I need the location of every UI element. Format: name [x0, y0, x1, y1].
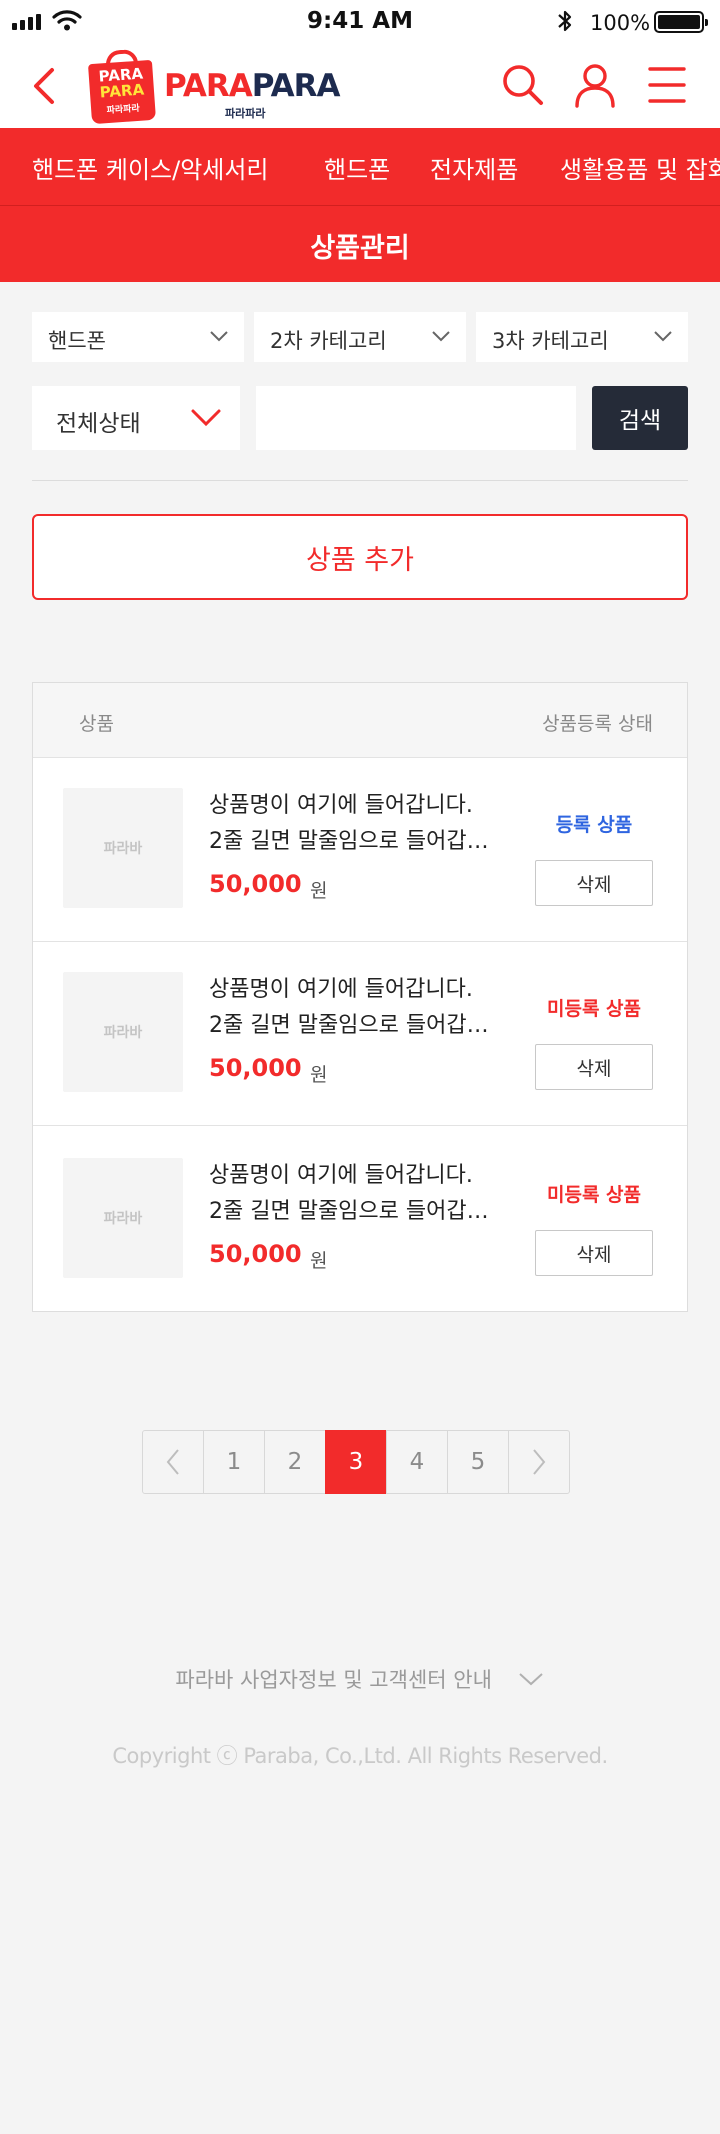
chevron-down-icon [191, 409, 221, 427]
back-button[interactable] [24, 62, 64, 110]
search-button[interactable]: 검색 [592, 386, 688, 450]
page-button-5[interactable]: 5 [447, 1430, 509, 1494]
status-badge: 미등록 상품 [546, 1184, 641, 1206]
product-thumbnail[interactable]: 파라바 [63, 1158, 183, 1278]
pagination: 1 2 3 4 5 [142, 1430, 570, 1494]
placeholder-logo: 파라바 [103, 841, 143, 857]
chevron-down-icon [432, 331, 450, 342]
page-button-4[interactable]: 4 [386, 1430, 448, 1494]
status-filter-select[interactable]: 전체상태 [32, 386, 240, 450]
product-price: 50,000 [209, 870, 302, 898]
category-tab-electronics[interactable]: 전자제품 [430, 150, 518, 185]
category3-select[interactable]: 3차 카테고리 [476, 312, 688, 362]
page-button-3-current[interactable]: 3 [325, 1430, 387, 1494]
table-row[interactable]: 파라바 상품명이 여기에 들어갑니다. 2줄 길면 말줄임으로 들어갑니다. 5… [33, 941, 687, 1125]
product-name[interactable]: 상품명이 여기에 들어갑니다. 2줄 길면 말줄임으로 들어갑니다. [209, 1158, 499, 1230]
product-name[interactable]: 상품명이 여기에 들어갑니다. 2줄 길면 말줄임으로 들어갑니다. [209, 788, 499, 860]
status-bar: 9:41 AM 100% [0, 0, 720, 44]
delete-button[interactable]: 삭제 [535, 1230, 653, 1276]
chevron-left-icon [166, 1449, 179, 1475]
search-icon[interactable] [498, 60, 548, 110]
product-name[interactable]: 상품명이 여기에 들어갑니다. 2줄 길면 말줄임으로 들어갑니다. [209, 972, 499, 1044]
category-tab-case-accessory[interactable]: 핸드폰 케이스/악세서리 [32, 150, 269, 185]
copyright-text: Copyright ⓒ Paraba, Co.,Ltd. All Rights … [112, 1744, 608, 1768]
chevron-right-icon [533, 1449, 546, 1475]
page-title-bar: 상품관리 [0, 206, 720, 282]
logo-bag-icon: PARA PARA 파라파라 [87, 59, 157, 125]
product-thumbnail[interactable]: 파라바 [63, 972, 183, 1092]
page-button-2[interactable]: 2 [264, 1430, 326, 1494]
add-product-button[interactable]: 상품 추가 [32, 514, 688, 600]
bluetooth-icon [558, 10, 572, 32]
status-badge: 등록 상품 [555, 814, 633, 836]
delete-button[interactable]: 삭제 [535, 860, 653, 906]
search-input[interactable] [256, 386, 576, 450]
currency-label: 원 [310, 880, 328, 902]
logo-wordmark: PARAPARA [164, 68, 340, 104]
currency-label: 원 [310, 1250, 328, 1272]
currency-label: 원 [310, 1064, 328, 1086]
divider [32, 480, 688, 481]
category-tab-living-goods[interactable]: 생활용품 및 잡화 [560, 150, 720, 185]
user-icon[interactable] [570, 60, 620, 110]
column-header-status: 상품등록 상태 [542, 713, 653, 735]
menu-icon[interactable] [642, 60, 692, 110]
product-thumbnail[interactable]: 파라바 [63, 788, 183, 908]
product-table: 상품 상품등록 상태 파라바 상품명이 여기에 들어갑니다. 2줄 길면 말줄임… [32, 682, 688, 1312]
category-tab-phone[interactable]: 핸드폰 [324, 150, 390, 185]
logo-subtext: 파라파라 [225, 107, 266, 120]
chevron-down-icon [210, 331, 228, 342]
next-page-button[interactable] [508, 1430, 570, 1494]
product-price: 50,000 [209, 1240, 302, 1268]
prev-page-button[interactable] [142, 1430, 204, 1494]
chevron-down-icon [518, 1673, 543, 1686]
placeholder-logo: 파라바 [103, 1211, 143, 1227]
category1-select[interactable]: 핸드폰 [32, 312, 244, 362]
category-nav: 핸드폰 케이스/악세서리 핸드폰 전자제품 생활용품 및 잡화 [0, 128, 720, 206]
placeholder-logo: 파라바 [103, 1025, 143, 1041]
page-button-1[interactable]: 1 [203, 1430, 265, 1494]
battery-icon [654, 11, 708, 33]
page-title: 상품관리 [310, 233, 410, 264]
battery-percent: 100% [590, 11, 651, 35]
app-header: PARA PARA 파라파라 PARAPARA 파라파라 [0, 44, 720, 128]
status-badge: 미등록 상품 [546, 998, 641, 1020]
category2-select[interactable]: 2차 카테고리 [254, 312, 466, 362]
delete-button[interactable]: 삭제 [535, 1044, 653, 1090]
column-header-product: 상품 [79, 713, 114, 735]
table-header: 상품 상품등록 상태 [33, 683, 687, 757]
table-row[interactable]: 파라바 상품명이 여기에 들어갑니다. 2줄 길면 말줄임으로 들어갑니다. 5… [33, 757, 687, 941]
chevron-down-icon [654, 331, 672, 342]
product-price: 50,000 [209, 1054, 302, 1082]
table-row[interactable]: 파라바 상품명이 여기에 들어갑니다. 2줄 길면 말줄임으로 들어갑니다. 5… [33, 1125, 687, 1311]
business-info-toggle[interactable]: 파라바 사업자정보 및 고객센터 안내 [0, 1664, 720, 1694]
parapara-logo[interactable]: PARA PARA 파라파라 PARAPARA 파라파라 [87, 50, 345, 126]
